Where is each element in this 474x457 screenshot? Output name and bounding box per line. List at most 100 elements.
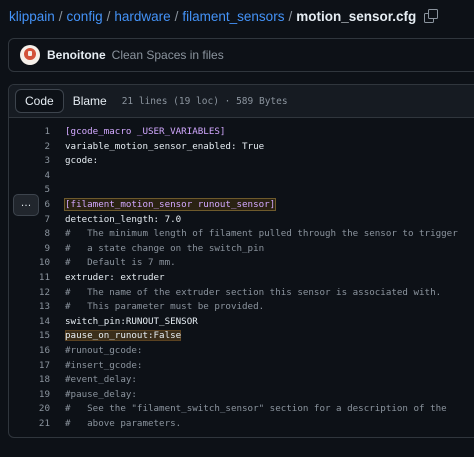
code-line: 18 #event_delay:: [9, 373, 474, 388]
code-line: 14 switch_pin:RUNOUT_SENSOR: [9, 315, 474, 330]
line-content: gcode:: [65, 154, 474, 169]
code-line: 16 #runout_gcode:: [9, 344, 474, 359]
code-line: 4: [9, 169, 474, 184]
line-number[interactable]: 21: [9, 417, 50, 432]
line-content: #event_delay:: [65, 373, 474, 388]
line-content: # The minimum length of filament pulled …: [65, 227, 474, 242]
code-line: 21 # above parameters.: [9, 417, 474, 432]
line-content: variable_motion_sensor_enabled: True: [65, 140, 474, 155]
line-number[interactable]: 7: [9, 213, 50, 228]
line-number[interactable]: 11: [9, 271, 50, 286]
line-content: #runout_gcode:: [65, 344, 474, 359]
line-text: # Default is 7 mm.: [65, 257, 176, 269]
breadcrumb-filament-sensors-link[interactable]: filament_sensors: [182, 9, 284, 24]
breadcrumb-separator: /: [106, 8, 111, 24]
line-number[interactable]: 18: [9, 373, 50, 388]
breadcrumb-separator: /: [174, 8, 179, 24]
code-view[interactable]: 1 [gcode_macro _USER_VARIABLES] 2 variable_…: [9, 125, 474, 431]
file-toolbar: Code Blame 21 lines (19 loc) · 589 Bytes: [9, 85, 474, 118]
breadcrumb-separator: /: [58, 8, 63, 24]
code-line: 9 # a state change on the switch_pin: [9, 242, 474, 257]
line-text: extruder: extruder: [65, 271, 165, 283]
line-number[interactable]: 3: [9, 154, 50, 169]
line-text: detection_length: 7.0: [65, 213, 182, 225]
line-number[interactable]: 9: [9, 242, 50, 257]
line-content: # This parameter must be provided.: [65, 300, 474, 315]
line-number[interactable]: 4: [9, 169, 50, 184]
file-stats: 21 lines (19 loc) · 589 Bytes: [121, 95, 288, 107]
line-number[interactable]: 17: [9, 359, 50, 374]
line-number[interactable]: 13: [9, 300, 50, 315]
line-number[interactable]: 19: [9, 388, 50, 403]
code-line: 8 # The minimum length of filament pulled…: [9, 227, 474, 242]
line-text: # The name of the extruder section this …: [65, 286, 442, 298]
code-line: 5: [9, 183, 474, 198]
code-line: 19 #pause_delay:: [9, 388, 474, 403]
line-content: [filament_motion_sensor runout_sensor]: [63, 197, 474, 213]
line-text: #pause_delay:: [65, 388, 137, 400]
commit-message[interactable]: Clean Spaces in files: [112, 48, 224, 62]
code-line: … 6 [filament_motion_sensor runout_sensor]: [9, 193, 474, 216]
line-content: extruder: extruder: [65, 271, 474, 286]
code-line: 7 detection_length: 7.0: [9, 213, 474, 228]
code-line: 10 # Default is 7 mm.: [9, 256, 474, 271]
breadcrumb: klippain / config / hardware / filament_…: [9, 6, 439, 26]
tab-code[interactable]: Code: [15, 89, 64, 113]
code-line: 12 # The name of the extruder section thi…: [9, 286, 474, 301]
line-content: # The name of the extruder section this …: [65, 286, 474, 301]
line-text: gcode:: [65, 155, 99, 167]
latest-commit-bar: Benoitone Clean Spaces in files: [8, 38, 474, 72]
line-content: # Default is 7 mm.: [65, 256, 474, 271]
line-number[interactable]: 12: [9, 286, 50, 301]
line-number[interactable]: 8: [9, 227, 50, 242]
tab-blame[interactable]: Blame: [64, 89, 116, 113]
avatar[interactable]: [20, 45, 40, 65]
line-text: #insert_gcode:: [65, 359, 143, 371]
line-content: #pause_delay:: [65, 388, 474, 403]
line-text: # The minimum length of filament pulled …: [65, 228, 458, 240]
line-content: # a state change on the switch_pin: [65, 242, 474, 257]
line-content: detection_length: 7.0: [65, 213, 474, 228]
line-text: pause_on_runout:False: [65, 330, 182, 342]
line-content: pause_on_runout:False: [65, 329, 474, 344]
code-line: 1 [gcode_macro _USER_VARIABLES]: [9, 125, 474, 140]
code-line: 15 pause_on_runout:False: [9, 329, 474, 344]
line-number[interactable]: 1: [9, 125, 50, 140]
breadcrumb-hardware-link[interactable]: hardware: [114, 9, 170, 24]
line-content: switch_pin:RUNOUT_SENSOR: [65, 315, 474, 330]
line-content: #insert_gcode:: [65, 359, 474, 374]
code-line: 2 variable_motion_sensor_enabled: True: [9, 140, 474, 155]
line-text: # above parameters.: [65, 417, 182, 429]
line-number[interactable]: 20: [9, 402, 50, 417]
line-number[interactable]: 2: [9, 140, 50, 155]
line-content: # See the "filament_switch_sensor" secti…: [65, 402, 474, 417]
line-text: # a state change on the switch_pin: [65, 242, 265, 254]
line-text: #runout_gcode:: [65, 344, 143, 356]
line-text: switch_pin:RUNOUT_SENSOR: [65, 315, 198, 327]
line-number[interactable]: 14: [9, 315, 50, 330]
breadcrumb-separator: /: [288, 8, 293, 24]
code-line: 13 # This parameter must be provided.: [9, 300, 474, 315]
line-number[interactable]: 10: [9, 256, 50, 271]
line-text: [filament_motion_sensor runout_sensor]: [63, 197, 277, 211]
code-line: 11 extruder: extruder: [9, 271, 474, 286]
line-content: [gcode_macro _USER_VARIABLES]: [65, 125, 474, 140]
file-viewer: Code Blame 21 lines (19 loc) · 589 Bytes…: [8, 84, 474, 438]
code-line: 20 # See the "filament_switch_sensor" sec…: [9, 402, 474, 417]
copy-path-icon[interactable]: [424, 9, 439, 23]
breadcrumb-current-file: motion_sensor.cfg: [296, 8, 417, 24]
line-text: # See the "filament_switch_sensor" secti…: [65, 403, 447, 415]
line-number[interactable]: 16: [9, 344, 50, 359]
code-line: 17 #insert_gcode:: [9, 359, 474, 374]
line-text: variable_motion_sensor_enabled: True: [65, 140, 265, 152]
breadcrumb-config-link[interactable]: config: [67, 9, 103, 24]
line-number[interactable]: 15: [9, 329, 50, 344]
line-text: # This parameter must be provided.: [65, 301, 265, 313]
commit-author[interactable]: Benoitone: [47, 48, 106, 62]
code-line: 3 gcode:: [9, 154, 474, 169]
view-toggle: Code Blame: [15, 89, 116, 113]
line-content: # above parameters.: [65, 417, 474, 432]
breadcrumb-repo-link[interactable]: klippain: [9, 9, 55, 24]
line-number[interactable]: 6: [9, 198, 50, 213]
line-text: #event_delay:: [65, 374, 137, 386]
